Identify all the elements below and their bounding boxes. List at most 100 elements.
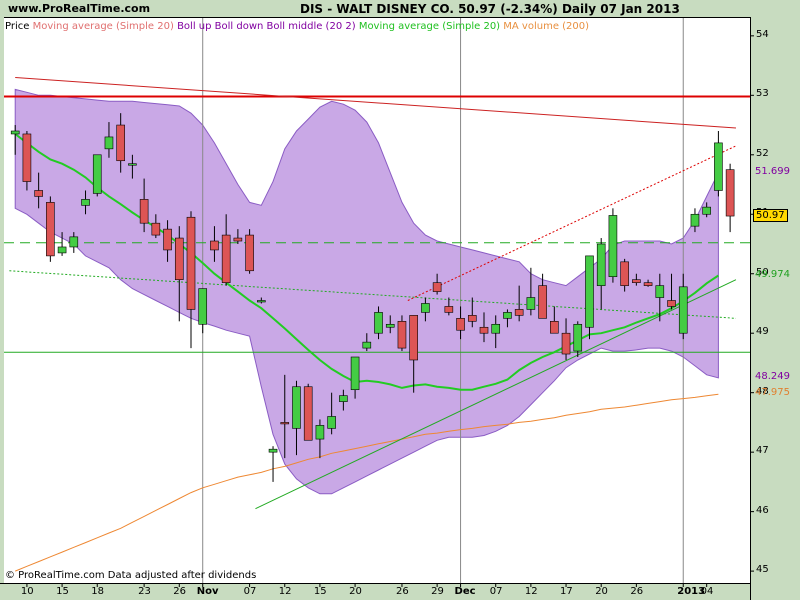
candle-body-16 (198, 288, 208, 325)
candle-body-4 (57, 246, 67, 254)
price-label: 48.249 (755, 370, 790, 382)
y-tick-label: 54 (756, 28, 769, 40)
candle-body-26 (315, 425, 325, 440)
y-tick-label: 47 (756, 445, 769, 457)
x-tick-label: 18 (91, 586, 104, 597)
candle-body-21 (257, 300, 266, 303)
x-tick-label: 26 (173, 586, 186, 597)
x-tick-label: 23 (138, 586, 151, 597)
candle-body-25 (303, 386, 313, 441)
candle-body-54 (643, 282, 653, 286)
candle-body-10 (128, 163, 137, 166)
legend-ma20: Moving average (Simple 20) (358, 21, 501, 32)
candle-body-2 (34, 190, 43, 197)
candle-body-1 (22, 133, 32, 182)
candle-body-47 (561, 332, 571, 355)
candle-body-7 (92, 154, 102, 194)
candle-body-35 (421, 303, 430, 313)
site-name: www.ProRealTime.com (8, 2, 151, 15)
candle-body-6 (81, 199, 90, 206)
y-tick-label: 49 (756, 326, 769, 338)
candle-body-28 (339, 395, 348, 402)
candle-body-50 (596, 243, 606, 286)
candle-body-49 (585, 255, 594, 328)
candle-body-43 (514, 309, 524, 316)
candle-body-29 (350, 356, 360, 391)
candle-body-42 (503, 312, 512, 319)
candle-body-36 (432, 282, 442, 292)
candle-body-41 (491, 323, 501, 334)
x-tick-label: 20 (349, 586, 362, 597)
candle-body-57 (678, 286, 688, 334)
candle-body-0 (10, 130, 20, 135)
x-tick-label: 12 (524, 586, 538, 597)
candle-body-37 (444, 306, 454, 313)
candle-body-44 (526, 297, 536, 310)
chart-title: DIS - WALT DISNEY CO. 50.97 (-2.34%) Dai… (300, 2, 680, 16)
candle-body-52 (620, 261, 629, 286)
price-label: 50.97 (753, 209, 788, 223)
candle-body-15 (186, 216, 196, 310)
candle-body-46 (550, 321, 559, 334)
legend-ma-volume: MA volume (200) (503, 21, 590, 32)
candle-body-51 (608, 215, 618, 278)
x-tick-label: 12 (278, 586, 292, 597)
y-tick-label: 46 (756, 504, 769, 516)
candle-body-13 (163, 228, 172, 251)
candle-body-20 (245, 234, 254, 272)
candle-body-39 (467, 315, 477, 322)
candle-body-14 (174, 237, 184, 280)
candle-body-59 (702, 206, 711, 215)
candle-body-22 (268, 448, 278, 453)
x-tick-label: 10 (20, 586, 34, 597)
candle-body-34 (409, 315, 418, 361)
legend-bollinger: Boll up Boll down Boll middle (20 2) (177, 21, 356, 32)
candle-body-3 (46, 202, 55, 257)
price-label: 49.974 (755, 268, 790, 280)
candle-body-48 (573, 323, 583, 352)
candle-body-33 (397, 321, 407, 349)
x-tick-label: 26 (630, 586, 644, 597)
chart-legend: Price Moving average (Simple 20) Boll up… (5, 21, 589, 32)
price-label: 47.975 (755, 387, 790, 399)
candle-body-58 (690, 213, 700, 227)
candle-body-8 (104, 136, 114, 150)
candle-body-23 (280, 422, 290, 425)
x-tick-label: 15 (56, 586, 69, 597)
candle-body-19 (233, 237, 243, 242)
x-tick-label: 07 (489, 586, 503, 597)
candle-body-60 (714, 142, 723, 191)
candle-body-45 (538, 285, 547, 319)
candle-body-12 (151, 222, 161, 236)
x-tick-label: 15 (313, 586, 327, 597)
legend-ma-price: Moving average (Simple 20) (32, 21, 174, 32)
candle-body-24 (292, 386, 301, 429)
x-tick-label: 26 (395, 586, 409, 597)
legend-price: Price (5, 21, 30, 32)
x-tick-label: 17 (560, 586, 573, 597)
candle-body-55 (655, 285, 665, 298)
y-tick-label: 52 (756, 147, 769, 159)
candle-body-40 (479, 326, 489, 334)
candle-body-38 (456, 318, 465, 331)
y-tick-label: 53 (756, 88, 769, 100)
footer-note: © ProRealTime.com Data adjusted after di… (5, 570, 257, 581)
x-tick-label: 20 (595, 586, 608, 597)
price-chart[interactable] (0, 0, 800, 600)
y-tick-label: 45 (756, 564, 769, 576)
x-tick-label: 07 (243, 586, 257, 597)
candle-body-18 (221, 234, 231, 283)
candle-body-31 (374, 312, 383, 334)
candle-body-61 (725, 169, 735, 217)
candle-body-17 (210, 240, 219, 251)
x-tick-label: 04 (700, 586, 714, 597)
candle-body-11 (139, 199, 149, 224)
x-tick-label: Dec (454, 586, 476, 597)
candle-body-53 (632, 279, 641, 283)
candle-body-5 (69, 236, 79, 248)
candle-body-30 (362, 341, 372, 349)
x-tick-label: Nov (196, 586, 219, 597)
x-tick-label: 29 (431, 586, 444, 597)
candle-body-9 (116, 124, 125, 162)
candle-body-56 (667, 300, 676, 307)
